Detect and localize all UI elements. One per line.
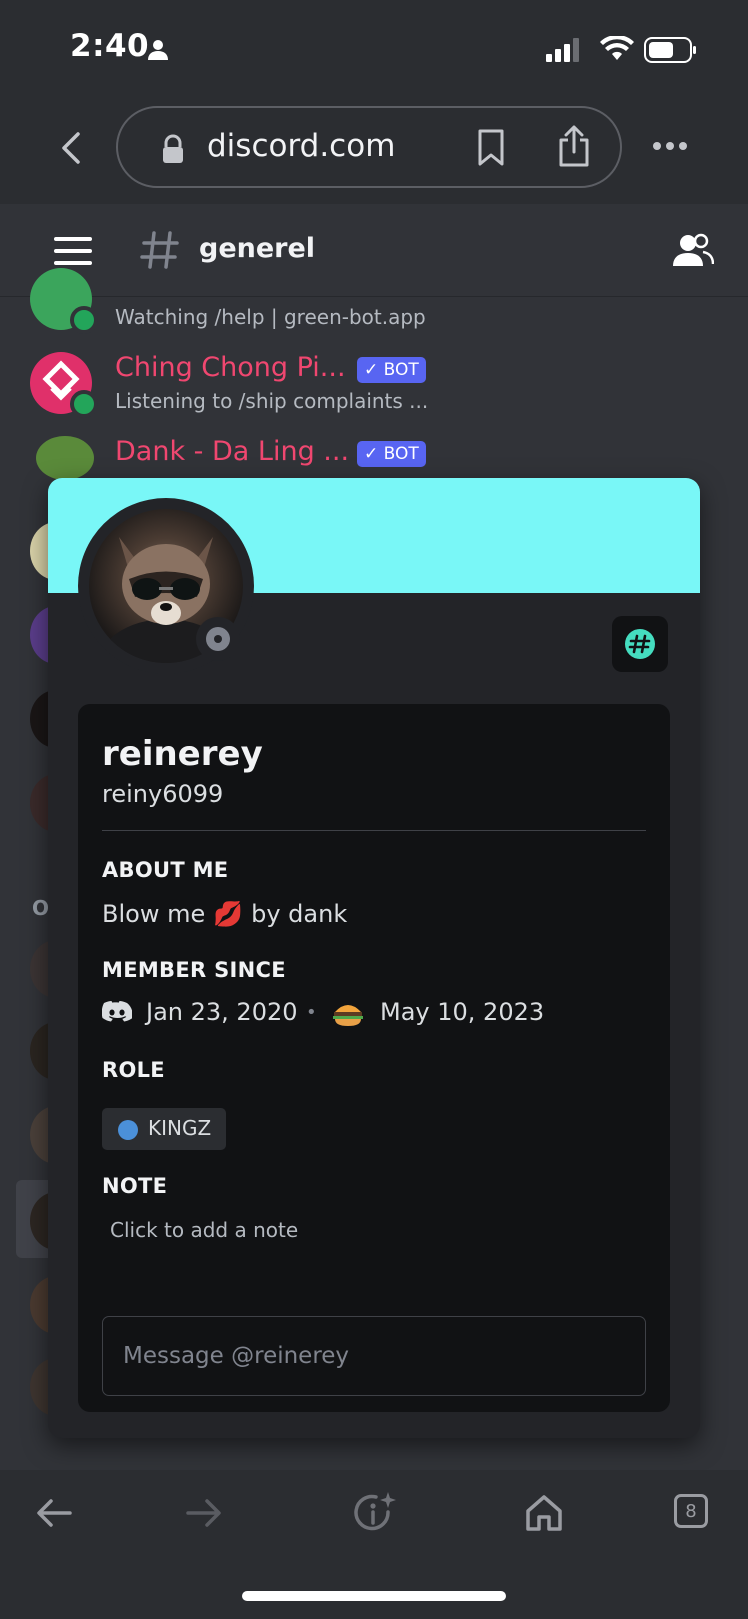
display-name: reinerey [102,734,263,774]
user-profile-popout: reinerey reiny6099 ABOUT ME Blow me 💋 by… [48,478,700,1438]
server-icon [333,1005,363,1026]
server-member-since: May 10, 2023 [380,998,545,1026]
member-since-heading: MEMBER SINCE [102,958,286,982]
note-heading: NOTE [102,1174,168,1198]
message-box[interactable] [102,1316,646,1396]
about-me-suffix: by dank [251,900,348,928]
url-text[interactable]: discord.com [207,128,395,164]
cellular-signal-icon [546,38,579,62]
hypesquad-badge-icon[interactable] [612,616,668,672]
online-status-dot [70,390,98,418]
about-me-heading: ABOUT ME [102,858,229,882]
wifi-icon [600,36,634,60]
tab-count: 8 [685,1500,697,1522]
channel-name: generel [199,233,316,264]
hamburger-menu-icon[interactable] [54,236,92,266]
discord-member-since: Jan 23, 2020 [146,998,298,1026]
share-icon[interactable] [556,124,592,168]
role-name: KINGZ [148,1116,212,1140]
more-options-icon[interactable] [652,140,688,152]
channel-hash-icon [140,231,179,269]
bot-badge: ✓ BOT [357,357,426,383]
info-sparkle-icon[interactable] [352,1490,398,1536]
home-indicator [242,1591,506,1601]
battery-icon [644,37,696,63]
profile-body: reinerey reiny6099 ABOUT ME Blow me 💋 by… [78,704,670,1412]
member-name[interactable]: Dank - Da Ling ... [115,436,349,467]
discord-logo-icon [102,1001,132,1022]
role-heading: ROLE [102,1058,165,1082]
about-me-prefix: Blow me [102,900,206,928]
channel-header [0,204,748,297]
back-chevron-icon[interactable] [58,130,84,166]
person-icon [148,40,168,60]
bot-badge: ✓ BOT [357,441,426,467]
about-me-text: Blow me 💋 by dank [102,900,347,928]
online-status-dot [70,306,98,334]
bookmark-icon[interactable] [476,128,506,168]
member-name[interactable]: Ching Chong Pi... [115,352,346,383]
forward-arrow-icon[interactable] [186,1498,222,1528]
member-status-text: Listening to /ship complaints ... [115,389,429,413]
role-color-dot [118,1120,138,1140]
username: reiny6099 [102,780,224,808]
member-avatar[interactable] [36,436,94,480]
lock-icon [163,134,183,163]
note-input[interactable]: Click to add a note [110,1218,298,1242]
member-status-text: Watching /help | green-bot.app [115,305,426,329]
kiss-emoji: 💋 [213,900,244,928]
divider [102,830,646,831]
back-arrow-icon[interactable] [36,1498,72,1528]
tabs-button[interactable]: 8 [674,1494,708,1528]
member-list-icon[interactable] [672,232,714,268]
separator-dot: • [306,1002,317,1023]
status-time: 2:40 [70,28,150,64]
member-group-header: O [32,896,50,920]
message-input[interactable] [121,1333,625,1379]
home-icon[interactable] [524,1494,564,1532]
